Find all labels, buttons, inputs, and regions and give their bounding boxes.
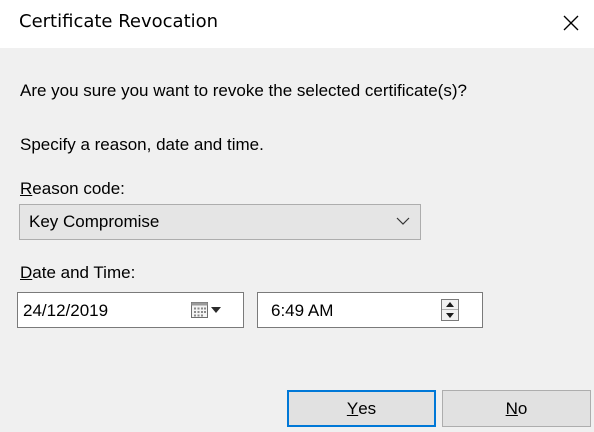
- title-bar: Certificate Revocation: [0, 0, 594, 48]
- no-mnemonic: N: [505, 398, 518, 418]
- yes-mnemonic: Y: [346, 398, 359, 418]
- reason-code-label: Reason code:: [20, 179, 125, 199]
- chevron-down-icon: [396, 217, 410, 225]
- reason-code-label-rest: eason code:: [32, 179, 125, 198]
- reason-code-select[interactable]: Key Compromise: [19, 204, 421, 240]
- caret-down-icon: [211, 307, 221, 313]
- close-icon: [563, 15, 579, 31]
- reason-code-mnemonic: R: [20, 179, 33, 198]
- date-value: 24/12/2019: [23, 301, 109, 320]
- date-time-label-rest: ate and Time:: [32, 263, 136, 282]
- date-picker[interactable]: 24/12/2019: [17, 292, 244, 328]
- time-spin-down-button[interactable]: [442, 310, 458, 320]
- yes-label-rest: es: [358, 398, 377, 418]
- dialog-title: Certificate Revocation: [19, 11, 219, 32]
- yes-button[interactable]: Yes: [287, 390, 436, 427]
- dialog-body: Are you sure you want to revoke the sele…: [0, 48, 594, 432]
- instruction-text: Specify a reason, date and time.: [20, 135, 264, 154]
- no-label-rest: o: [517, 398, 528, 418]
- calendar-icon: [191, 302, 208, 318]
- time-spin-up-button[interactable]: [442, 300, 458, 310]
- time-value: 6:49 AM: [271, 301, 334, 320]
- time-spinner[interactable]: [441, 299, 459, 321]
- time-picker[interactable]: 6:49 AM: [257, 292, 483, 328]
- no-button[interactable]: No: [442, 390, 591, 427]
- calendar-dropdown-icon[interactable]: [190, 301, 224, 319]
- date-time-mnemonic: D: [20, 263, 33, 282]
- certificate-revocation-dialog: Certificate Revocation Are you sure you …: [0, 0, 594, 432]
- reason-code-value: Key Compromise: [29, 212, 160, 231]
- close-button[interactable]: [548, 0, 594, 46]
- spin-down-icon: [446, 312, 454, 318]
- spin-up-icon: [446, 302, 454, 307]
- date-time-label: Date and Time:: [20, 263, 135, 283]
- confirmation-question: Are you sure you want to revoke the sele…: [20, 81, 467, 100]
